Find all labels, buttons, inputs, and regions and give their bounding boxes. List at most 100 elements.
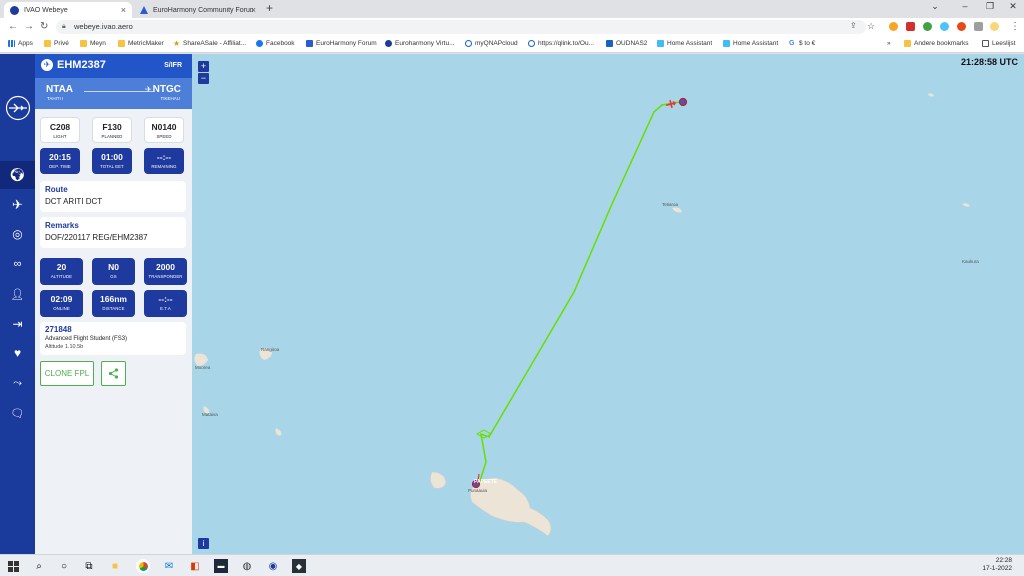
cloud-extension-icon[interactable] xyxy=(940,22,949,31)
nav-pilots[interactable]: ✈ xyxy=(0,191,35,219)
app-icon[interactable]: ▬ xyxy=(214,559,228,573)
ivao-altitude-icon[interactable]: ◉ xyxy=(266,559,280,573)
flight-header: ✈ EHM2387 S/IFR xyxy=(35,54,192,78)
nav-staff[interactable]: 👤︎ xyxy=(0,280,35,308)
puzzle-extensions-icon[interactable] xyxy=(974,22,983,31)
cortana-icon[interactable]: ○ xyxy=(57,559,71,573)
flight-detail-panel: ✈ EHM2387 S/IFR NTAA TAHITI I ✈ NTGC TIK… xyxy=(35,54,192,554)
route-title: Route xyxy=(45,185,68,194)
bookmark-euroharmony-forum[interactable]: EuroHarmony Forum xyxy=(306,40,377,47)
search-icon[interactable]: ⌕ xyxy=(32,559,46,573)
nas-icon xyxy=(606,40,613,47)
nav-map-globe[interactable]: 🌍︎ xyxy=(0,161,35,189)
task-view-icon[interactable]: ⧉ xyxy=(82,559,96,573)
cloud-icon xyxy=(465,40,472,47)
airplane-icon: ✈ xyxy=(12,197,23,212)
chrome-icon[interactable] xyxy=(136,559,150,573)
file-explorer-icon[interactable]: ■ xyxy=(108,559,122,573)
folder-icon xyxy=(80,40,87,47)
nav-chat[interactable]: 🗨︎ xyxy=(0,399,35,427)
lock-icon[interactable]: 🔒︎ xyxy=(62,23,66,31)
new-tab-button[interactable]: + xyxy=(266,1,273,15)
remarks-card: Remarks DOF/220117 REG/EHM2387 xyxy=(40,217,186,248)
bookmark-metricmaker[interactable]: MetricMaker xyxy=(118,40,164,47)
tab-ivao-webeye[interactable]: IVAO Webeye × xyxy=(4,2,132,18)
mail-icon[interactable]: ✉ xyxy=(162,559,176,573)
share-icon xyxy=(108,368,119,379)
map-view[interactable]: PAPEETE Punaauia Rangiroa Moorea Kaukura… xyxy=(192,54,1024,554)
stat-eta: --:-- E.T.A xyxy=(144,290,187,317)
user-icon: 👤︎ xyxy=(10,288,25,301)
pdf-extension-icon[interactable] xyxy=(906,22,915,31)
flight-rules: S/IFR xyxy=(164,62,182,69)
bookmark-dollar-to-euro[interactable]: G $ to € xyxy=(789,40,815,47)
cloud-icon xyxy=(528,40,535,47)
moorea-island xyxy=(430,471,447,489)
folder-icon xyxy=(44,40,51,47)
share-page-icon[interactable]: ⇪ xyxy=(850,21,857,30)
office-icon[interactable]: ◧ xyxy=(188,559,202,573)
ivao-logo[interactable] xyxy=(0,94,35,122)
nav-login[interactable]: ⇥ xyxy=(0,310,35,338)
map-info-button[interactable]: i xyxy=(198,538,209,549)
euroharmony-favicon-icon xyxy=(140,6,148,14)
profile-avatar[interactable] xyxy=(990,22,999,31)
close-tab-icon[interactable]: × xyxy=(121,5,126,15)
bookmark-home-assistant-2[interactable]: Home Assistant xyxy=(723,40,778,47)
bookmark-meyn[interactable]: Meyn xyxy=(80,40,106,47)
address-bar[interactable]: webeye.ivao.aero xyxy=(56,20,866,34)
extension-icon[interactable] xyxy=(889,22,898,31)
bookmark-oudnas2[interactable]: OUDNAS2 xyxy=(606,40,647,47)
map-label-tetiaroa: Tetiaroa xyxy=(662,202,679,207)
system-clock[interactable]: 22:28 17-1-2022 xyxy=(982,557,1012,573)
close-tab-icon[interactable]: × xyxy=(251,5,256,15)
zoom-in-button[interactable]: + xyxy=(198,61,209,72)
extension-icon[interactable] xyxy=(957,22,966,31)
bookmark-prive[interactable]: Privé xyxy=(44,40,69,47)
nav-routes[interactable]: ⤳ xyxy=(0,369,35,397)
radar-icon: ◎ xyxy=(12,227,23,241)
heartbeat-icon: ♥ xyxy=(13,346,22,360)
folder-icon xyxy=(118,40,125,47)
bookmark-star-icon[interactable]: ☆ xyxy=(867,21,875,32)
triangle-icon xyxy=(306,40,313,47)
bookmark-facebook[interactable]: Facebook xyxy=(256,40,295,47)
departure-name: TAHITI I xyxy=(47,96,64,101)
route-bar: NTAA TAHITI I ✈ NTGC TIKEHAU xyxy=(35,78,192,109)
bookmark-euroharmony-virtual[interactable]: Euroharmony Virtu... xyxy=(385,40,455,47)
app-icon[interactable]: ◆ xyxy=(292,559,306,573)
nav-health[interactable]: ♥ xyxy=(0,339,35,367)
google-icon: G xyxy=(789,40,795,47)
other-bookmarks[interactable]: Andere bookmarks xyxy=(904,40,969,47)
reading-list[interactable]: Leeslijst xyxy=(982,40,1015,47)
close-window-button[interactable]: ✕ xyxy=(998,1,1024,12)
folder-icon xyxy=(904,40,911,47)
bookmark-home-assistant[interactable]: Home Assistant xyxy=(657,40,712,47)
pilot-card[interactable]: 271848 Advanced Flight Student (FS3) Alt… xyxy=(40,322,186,355)
clone-fpl-button[interactable]: CLONE FPL xyxy=(40,361,94,386)
bookmark-shareasale[interactable]: ★ ShareASale - Affiliat... xyxy=(173,39,246,48)
tab-euroharmony[interactable]: EuroHarmony Community Forum × xyxy=(134,2,262,18)
bookmark-apps[interactable]: Apps xyxy=(8,40,33,47)
stat-distance: 166nm DISTANCE xyxy=(92,290,135,317)
menu-kebab-icon[interactable]: ⋮ xyxy=(1010,21,1020,32)
nav-observers[interactable]: ∞ xyxy=(0,250,35,278)
webeye-app: 🌍︎ ✈ ◎ ∞ 👤︎ ⇥ ♥ ⤳ 🗨︎ ✈ EHM2387 S/IFR NTA… xyxy=(0,54,1024,554)
back-icon[interactable]: ← xyxy=(8,21,18,32)
bookmark-qlink[interactable]: https://qlink.to/Ou... xyxy=(528,40,594,47)
reload-icon[interactable]: ↻ xyxy=(40,21,48,32)
zoom-out-button[interactable]: − xyxy=(198,73,209,84)
flight-track xyxy=(478,101,681,485)
forward-icon[interactable]: → xyxy=(24,21,34,32)
star-icon: ★ xyxy=(173,39,181,48)
windows-start-icon[interactable] xyxy=(6,559,20,573)
tab-search-icon[interactable]: ⌄ xyxy=(920,1,950,12)
callsign: EHM2387 xyxy=(57,59,106,71)
bookmarks-overflow[interactable]: » xyxy=(887,40,891,47)
pilot-vid[interactable]: 271848 xyxy=(45,325,72,334)
app-icon[interactable]: ◍ xyxy=(240,559,254,573)
bookmark-myqnapcloud[interactable]: myQNAPcloud xyxy=(465,40,518,47)
nav-atc[interactable]: ◎ xyxy=(0,220,35,248)
extension-icon[interactable] xyxy=(923,22,932,31)
share-button[interactable] xyxy=(101,361,126,386)
